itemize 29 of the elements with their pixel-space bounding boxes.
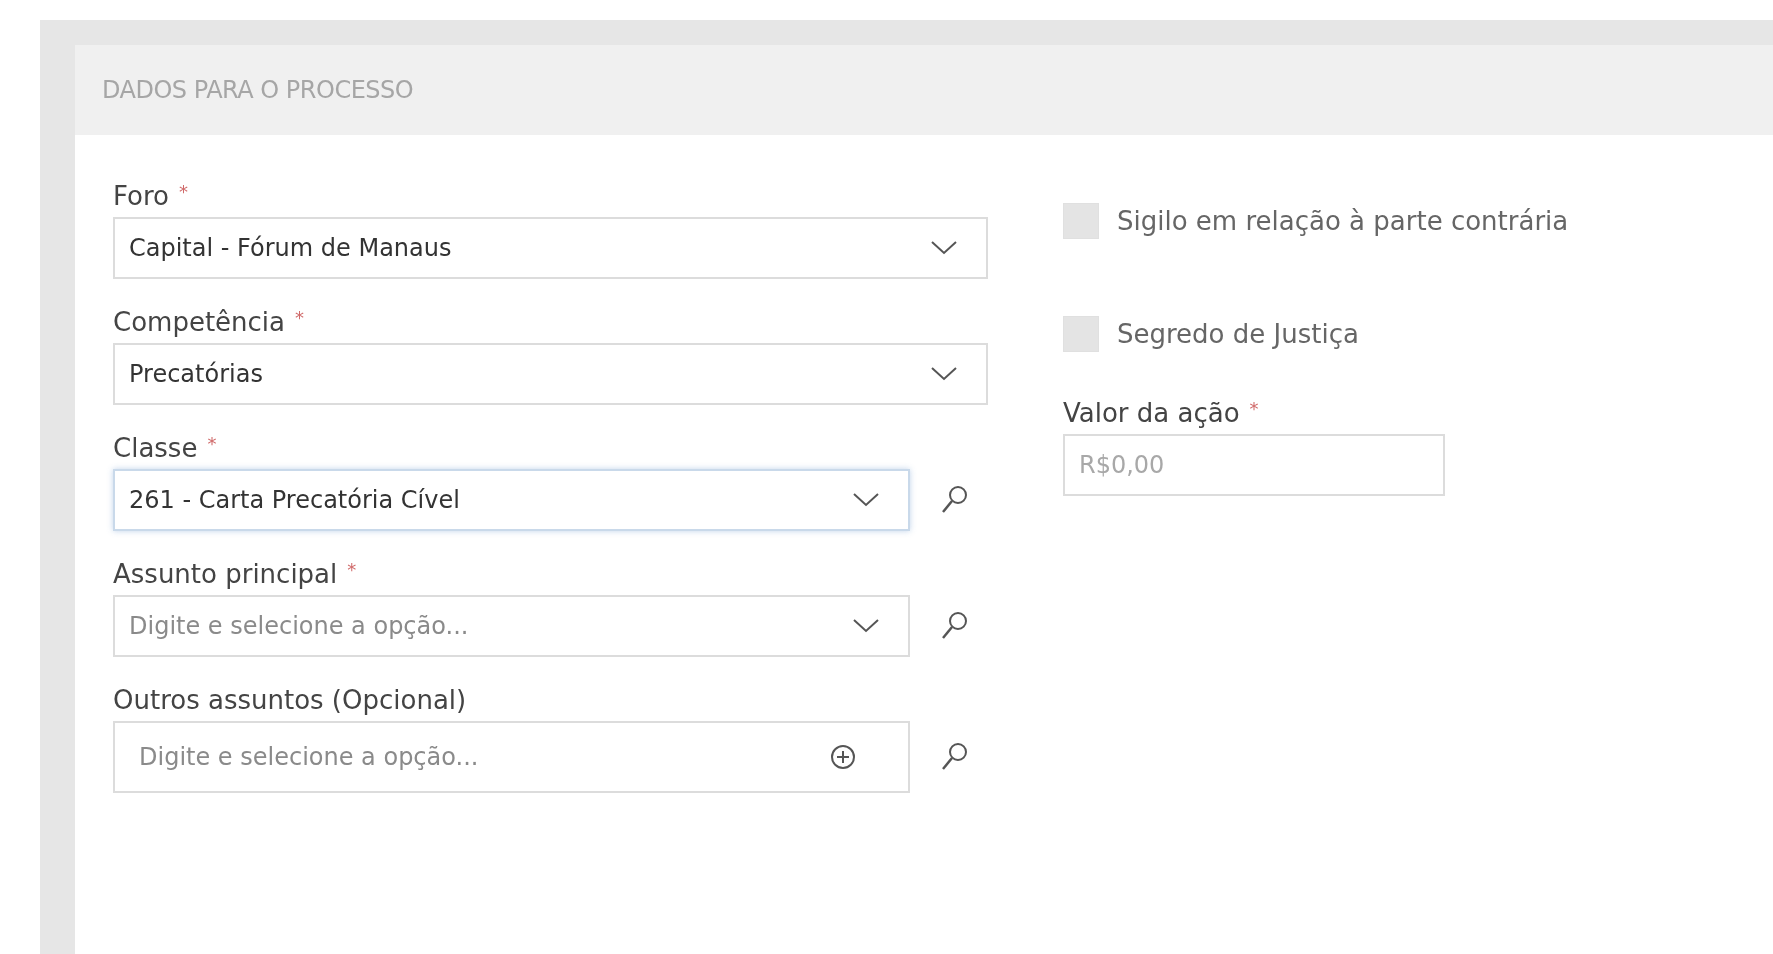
checkbox[interactable]	[1063, 203, 1099, 239]
checkbox-label: Segredo de Justiça	[1117, 319, 1359, 349]
required-mark: *	[347, 559, 357, 580]
field-label: Valor da ação	[1063, 398, 1240, 428]
checkbox-label: Sigilo em relação à parte contrária	[1117, 206, 1569, 236]
field-label: Foro	[113, 181, 169, 211]
dropdown-field[interactable]: Precatórias	[113, 343, 988, 405]
chevron-down-icon	[852, 618, 880, 634]
text-input[interactable]: Digite e selecione a opção...	[129, 743, 830, 771]
chevron-down-icon	[930, 366, 958, 382]
dropdown-field[interactable]: Capital - Fórum de Manaus	[113, 217, 988, 279]
field-label: Competência	[113, 307, 285, 337]
required-mark: *	[295, 307, 304, 328]
required-mark: *	[178, 181, 188, 202]
required-mark: *	[1249, 398, 1259, 419]
text-input[interactable]: Digite e selecione a opção...	[129, 612, 852, 640]
chevron-down-icon	[930, 240, 958, 256]
input-field[interactable]: Digite e selecione a opção...	[113, 721, 910, 793]
checkbox[interactable]	[1063, 316, 1099, 352]
chevron-down-icon	[852, 492, 880, 508]
field-label: Classe	[113, 433, 198, 463]
field-label: Assunto principal	[113, 559, 338, 589]
required-mark: *	[207, 433, 217, 454]
section-title: DADOS PARA O PROCESSO	[102, 76, 414, 104]
amount-field[interactable]: R$0,00	[1063, 434, 1445, 496]
field-label: Outros assuntos (Opcional)	[113, 685, 467, 715]
dropdown-field[interactable]: Digite e selecione a opção...	[113, 595, 910, 657]
add-icon[interactable]	[830, 744, 856, 770]
dropdown-field[interactable]: 261 - Carta Precatória Cível	[113, 469, 910, 531]
